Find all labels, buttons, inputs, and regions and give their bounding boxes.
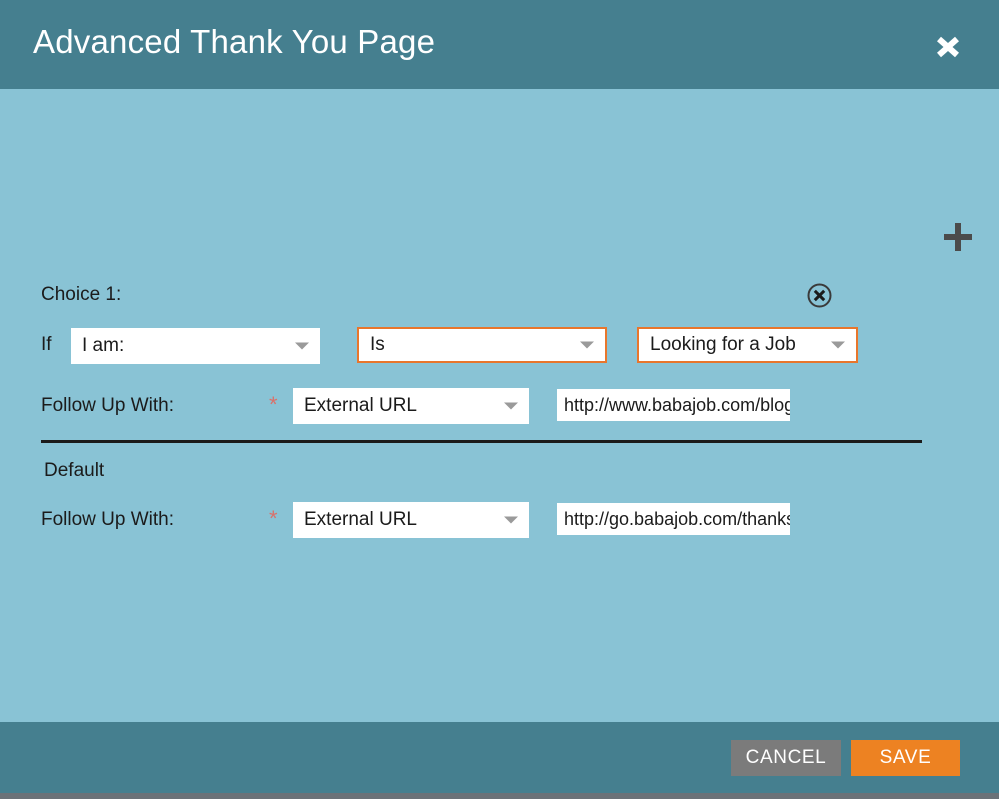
advanced-thank-you-page-modal: Advanced Thank You Page Choice 1: If I a… [0,0,999,799]
save-button[interactable]: SAVE [851,740,960,776]
condition-operator-value: Is [370,334,385,355]
plus-icon[interactable] [941,220,975,254]
chevron-down-icon [831,341,845,349]
default-follow-up-action-select[interactable]: External URL [293,502,529,538]
choice-follow-up-action-select[interactable]: External URL [293,388,529,424]
circle-x-icon[interactable] [806,282,833,309]
condition-field-value: I am: [82,335,125,356]
required-marker: * [269,506,278,531]
section-divider [41,440,922,443]
required-marker: * [269,392,278,417]
modal-header: Advanced Thank You Page [0,0,999,89]
choice-follow-up-label: Follow Up With: [41,395,175,416]
default-section-label: Default [44,460,105,481]
choice-follow-up-action-value: External URL [304,395,417,416]
default-follow-up-label: Follow Up With: [41,509,175,530]
condition-field-select[interactable]: I am: [71,328,320,364]
cancel-button[interactable]: CANCEL [731,740,841,776]
condition-operator-select[interactable]: Is [357,327,607,363]
modal-body: Choice 1: If I am: Is Looking for a Job … [0,89,999,722]
chevron-down-icon [504,402,518,410]
choice-label: Choice 1: [41,284,122,305]
chevron-down-icon [504,516,518,524]
close-icon[interactable] [928,27,968,67]
choice-url-input[interactable] [557,389,790,421]
bottom-strip [0,793,999,799]
default-url-input[interactable] [557,503,790,535]
page-title: Advanced Thank You Page [33,23,436,60]
chevron-down-icon [580,341,594,349]
condition-target-select[interactable]: Looking for a Job [637,327,858,363]
condition-target-value: Looking for a Job [650,334,796,355]
if-label: If [41,334,52,355]
default-follow-up-action-value: External URL [304,509,417,530]
modal-footer: CANCEL SAVE [0,722,999,793]
chevron-down-icon [295,342,309,350]
